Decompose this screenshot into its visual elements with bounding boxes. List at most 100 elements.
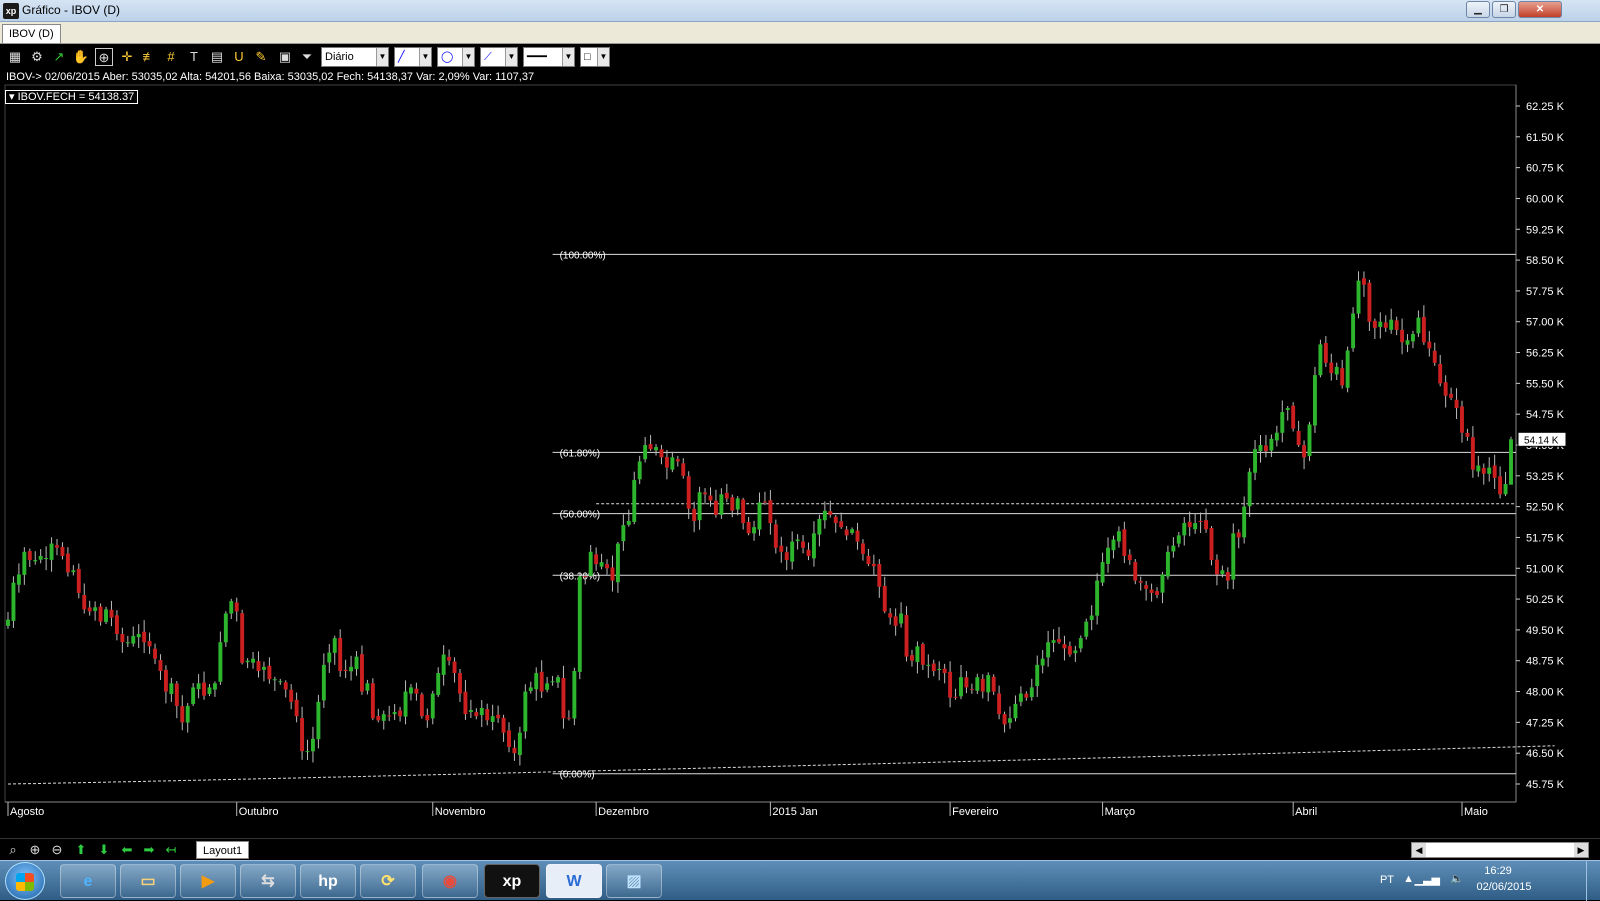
chart-type-icon[interactable]: ▦ <box>6 48 24 66</box>
candle-body <box>861 543 865 554</box>
fibonacci-level-label: (100.00%) <box>560 250 606 261</box>
zoom-out-icon[interactable]: ⊖ <box>48 841 66 859</box>
candle-body <box>588 551 593 576</box>
y-tick-label: 50.25 K <box>1526 594 1565 606</box>
arrow-up-icon[interactable]: ⬆ <box>72 841 90 859</box>
restore-button[interactable]: ❐ <box>1492 1 1516 18</box>
line-tool-icon: ╱ <box>398 51 405 63</box>
volume-icon[interactable]: 🔈 <box>1450 872 1464 885</box>
eraser-icon[interactable]: ✎ <box>252 48 270 66</box>
settings-icon[interactable]: ⚙ <box>28 48 46 66</box>
candle-body <box>839 521 844 528</box>
x-tick-label: Outubro <box>239 806 279 818</box>
y-tick-label: 54.75 K <box>1526 409 1565 421</box>
candle-body <box>272 679 277 681</box>
candle-body <box>986 675 991 693</box>
image-viewer-icon[interactable]: ▨ <box>606 864 662 898</box>
color-select[interactable]: □ ▼ <box>580 47 610 67</box>
crosshair-icon[interactable]: ✛ <box>118 48 136 66</box>
scroll-right-icon[interactable]: ▶ <box>1574 843 1588 857</box>
fibonacci-icon[interactable]: ≢ <box>140 48 158 66</box>
zoom-in-icon[interactable]: ⊕ <box>26 841 44 859</box>
xp-app-taskbar-icon[interactable]: xp <box>484 864 540 898</box>
horizontal-scrollbar[interactable]: ◀ ▶ <box>1411 842 1589 858</box>
magnet-icon[interactable]: U <box>230 48 248 66</box>
candle-body <box>1182 523 1187 536</box>
chevron-down-icon[interactable]: ▼ <box>597 48 609 66</box>
language-indicator[interactable]: PT <box>1380 874 1394 886</box>
scroll-end-icon[interactable]: ↤ <box>162 841 180 859</box>
chrome-icon[interactable]: ◉ <box>422 864 478 898</box>
line-style-select[interactable]: ━━━ ▼ <box>523 47 575 67</box>
x-tick-label: 2015 Jan <box>772 806 817 818</box>
chevron-down-icon[interactable]: ▼ <box>376 48 388 66</box>
trash-icon[interactable]: ▣ <box>276 48 294 66</box>
tray-expand-icon[interactable]: ▲ <box>1403 873 1414 885</box>
folder-icon[interactable]: ▭ <box>120 864 176 898</box>
candle-body <box>703 492 708 495</box>
grid-icon[interactable]: # <box>162 48 180 66</box>
candlestick-chart[interactable]: 62.25 K 61.50 K 60.75 K 60.00 K 59.25 K 58.50… <box>0 70 1600 840</box>
chevron-down-icon[interactable]: ▼ <box>462 48 474 66</box>
calculator-icon[interactable]: ▤ <box>208 48 226 66</box>
network-icon[interactable]: ⇆ <box>240 864 296 898</box>
arrow-right-icon[interactable]: ➡ <box>140 841 158 859</box>
plot-frame <box>4 84 1517 803</box>
layout-tab[interactable]: Layout1 <box>196 841 250 859</box>
ellipse-tool-select[interactable]: ◯ ▼ <box>437 47 475 67</box>
candle-body <box>648 444 653 450</box>
filter-icon[interactable]: ⏷ <box>298 48 316 66</box>
candle-body <box>1296 430 1301 445</box>
candle-body <box>572 671 577 719</box>
arrow-down-icon[interactable]: ⬇ <box>95 841 113 859</box>
ie-icon[interactable]: e <box>60 864 116 898</box>
tab-ibov[interactable]: IBOV (D) <box>2 24 61 43</box>
text-icon[interactable]: T <box>185 48 203 66</box>
sync-icon[interactable]: ⟳ <box>360 864 416 898</box>
hand-icon[interactable]: ✋ <box>72 48 90 66</box>
arrow-left-icon[interactable]: ⬅ <box>118 841 136 859</box>
scroll-left-icon[interactable]: ◀ <box>1412 843 1426 857</box>
fan-tool-select[interactable]: ⟋ ▼ <box>480 47 518 67</box>
hp-icon[interactable]: hp <box>300 864 356 898</box>
candle-body <box>191 687 196 704</box>
zoom-area-icon[interactable]: ⊕ <box>95 48 113 66</box>
candle-body <box>398 710 403 717</box>
candle-body <box>147 641 152 647</box>
chevron-down-icon[interactable]: ▼ <box>562 48 574 66</box>
indicator-icon[interactable]: ↗ <box>50 48 68 66</box>
show-desktop-button[interactable] <box>1586 861 1600 901</box>
candle-body <box>1318 344 1323 376</box>
candle-body <box>283 682 288 690</box>
y-tick-label: 57.00 K <box>1526 317 1565 329</box>
close-button[interactable]: ✕ <box>1518 1 1562 18</box>
zoom-icon[interactable]: ⌕ <box>4 841 22 859</box>
candle-body <box>1345 350 1350 388</box>
candle-body <box>1193 523 1198 530</box>
fibonacci-level-label: (0.00%) <box>560 770 595 781</box>
chevron-down-icon[interactable]: ▼ <box>419 48 431 66</box>
candle-body <box>893 616 898 626</box>
candle-body <box>136 634 141 638</box>
candle-body <box>370 683 375 719</box>
candle-body <box>991 676 996 692</box>
candle-body <box>1476 465 1481 472</box>
candle-body <box>1421 316 1426 343</box>
word-icon[interactable]: W <box>546 864 602 898</box>
candle-body <box>882 585 887 612</box>
series-label-text: IBOV.FECH = 54138.37 <box>17 91 135 103</box>
candle-body <box>316 701 321 740</box>
period-select[interactable]: Diário ▼ <box>321 47 389 67</box>
y-tick-label: 61.50 K <box>1526 132 1565 144</box>
media-player-icon[interactable]: ▶ <box>180 864 236 898</box>
candle-body <box>365 683 370 691</box>
candle-body <box>1133 561 1138 581</box>
chevron-down-icon[interactable]: ▼ <box>505 48 517 66</box>
line-tool-select[interactable]: ╱ ▼ <box>394 47 432 67</box>
start-button[interactable] <box>5 862 45 900</box>
minimize-button[interactable]: ▁ <box>1466 1 1490 18</box>
candle-body <box>1067 646 1072 655</box>
candle-body <box>1411 334 1415 342</box>
candle-body <box>1487 467 1492 474</box>
chart-area[interactable]: 62.25 K 61.50 K 60.75 K 60.00 K 59.25 K 58.50… <box>0 70 1600 840</box>
